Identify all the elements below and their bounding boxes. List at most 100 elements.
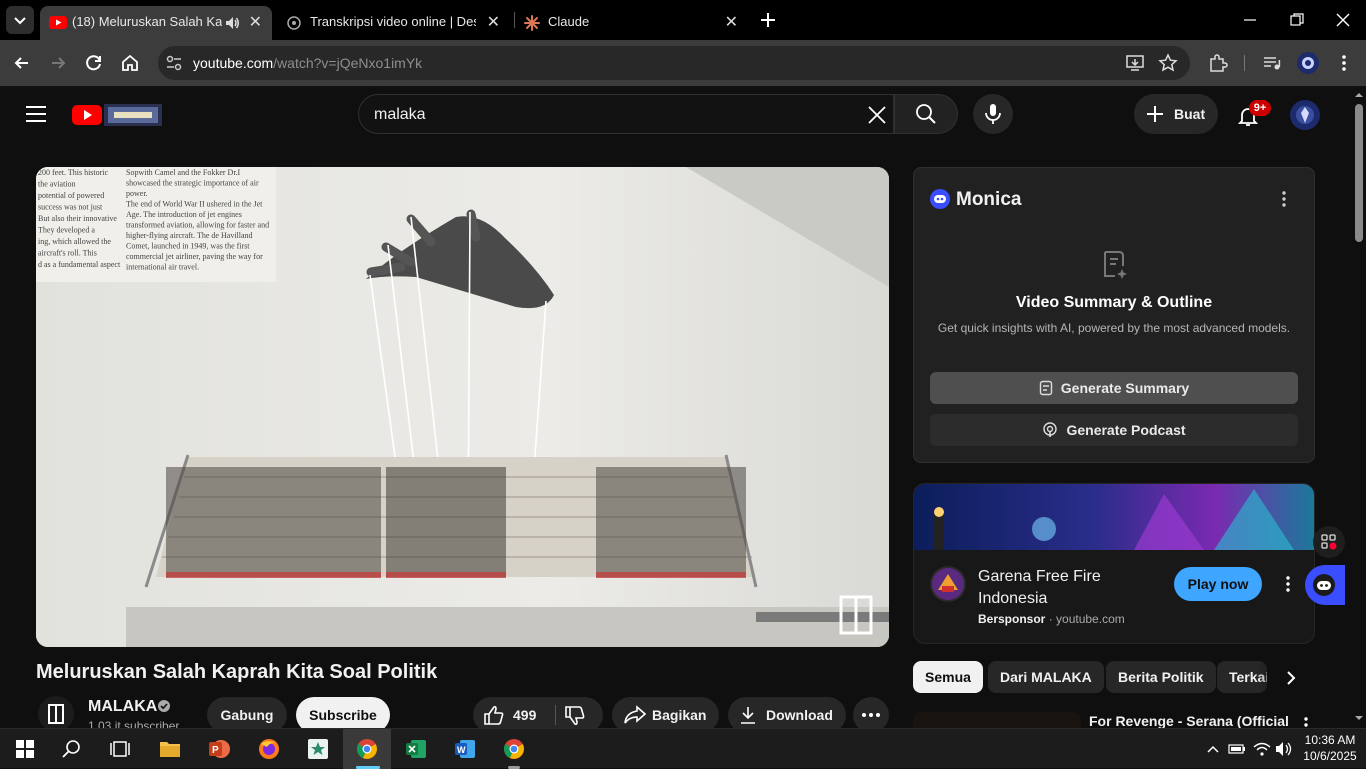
tab-search-button[interactable] <box>6 6 34 34</box>
monica-assistant-icon <box>1313 574 1335 596</box>
next-video-menu-icon[interactable] <box>1303 716 1309 728</box>
monica-description: Get quick insights with AI, powered by t… <box>937 321 1291 335</box>
generate-summary-button[interactable]: Generate Summary <box>930 372 1298 404</box>
search-input[interactable]: malaka <box>358 94 894 134</box>
site-info-icon[interactable] <box>165 54 183 72</box>
malaka-logo-icon <box>48 704 64 724</box>
chip-berita-politik[interactable]: Berita Politik <box>1106 661 1216 693</box>
profile-avatar[interactable] <box>1297 52 1319 74</box>
next-video-title[interactable]: For Revenge - Serana (Official <box>1089 713 1289 728</box>
youtube-logo[interactable] <box>72 103 162 127</box>
channel-avatar[interactable] <box>38 696 74 732</box>
browser-menu-button[interactable] <box>1334 53 1354 73</box>
thumbs-down-icon <box>565 706 585 726</box>
chip-next-button[interactable] <box>1281 668 1301 688</box>
home-icon <box>122 54 138 71</box>
word-icon[interactable]: W <box>453 737 477 761</box>
apps-grid-icon <box>1321 534 1337 550</box>
close-tab-icon[interactable]: ✕ <box>487 15 500 31</box>
play-now-button[interactable]: Play now <box>1174 567 1262 601</box>
more-horizontal-icon <box>862 713 880 717</box>
share-icon <box>624 705 646 724</box>
media-queue-icon <box>1264 57 1281 70</box>
ad-banner-image <box>914 484 1314 550</box>
scroll-up-icon[interactable] <box>1352 90 1366 100</box>
speaker-icon[interactable] <box>224 15 240 31</box>
monica-apps-button[interactable] <box>1313 526 1345 558</box>
ad-menu-icon[interactable] <box>1285 575 1291 593</box>
guide-menu-button[interactable] <box>24 104 48 124</box>
pinned-app-star-icon[interactable] <box>306 737 330 761</box>
taskbar-clock[interactable]: 10:36 AM 10/6/2025 <box>1300 732 1360 764</box>
voice-search-button[interactable] <box>973 94 1013 134</box>
excel-icon[interactable] <box>404 737 428 761</box>
scroll-down-icon[interactable] <box>1352 713 1366 723</box>
next-video-thumbnail[interactable] <box>913 712 1081 728</box>
chrome-icon[interactable] <box>355 737 379 761</box>
youtube-logo-icon <box>72 104 162 126</box>
channel-name[interactable]: MALAKA <box>88 698 157 716</box>
download-icon <box>741 707 755 724</box>
monica-logo-icon <box>930 189 950 209</box>
reload-button[interactable] <box>84 53 104 73</box>
media-control-button[interactable] <box>1262 53 1282 73</box>
home-button[interactable] <box>120 53 140 73</box>
toolbar-divider <box>1244 55 1245 71</box>
taskbar-search-icon[interactable] <box>60 737 84 761</box>
chip-dari-malaka[interactable]: Dari MALAKA <box>988 661 1104 693</box>
minimize-icon <box>1244 19 1256 21</box>
generate-podcast-label: Generate Podcast <box>1066 422 1186 438</box>
video-player[interactable]: 200 feet. This historic the aviation poten… <box>36 167 889 647</box>
extensions-button[interactable] <box>1208 53 1228 73</box>
tray-overflow-icon[interactable] <box>1206 744 1220 754</box>
sponsor-label: Bersponsor <box>978 612 1046 626</box>
ad-channel-avatar[interactable] <box>930 566 966 602</box>
newspaper-line: higher-flying aircraft. The de Havilland <box>126 231 253 240</box>
install-app-icon[interactable] <box>1125 53 1145 73</box>
monica-panel: Monica Video Summary & Outline Get quick… <box>913 167 1315 463</box>
share-label: Bagikan <box>652 707 707 723</box>
bookmark-star-icon[interactable] <box>1158 53 1178 73</box>
close-icon <box>1336 13 1350 27</box>
new-tab-button[interactable] <box>758 10 778 30</box>
sponsored-ad[interactable]: Garena Free Fire Indonesia Bersponsor · … <box>913 483 1315 644</box>
restore-button[interactable] <box>1287 11 1307 29</box>
battery-icon[interactable] <box>1228 743 1246 755</box>
browser-toolbar: youtube.com/watch?v=jQeNxo1imYk <box>0 40 1366 86</box>
plus-icon <box>761 13 775 27</box>
chrome-profile-icon[interactable] <box>502 737 526 761</box>
file-explorer-icon[interactable] <box>158 737 182 761</box>
search-button[interactable] <box>894 94 958 134</box>
back-button[interactable] <box>12 53 32 73</box>
newspaper-line: potential of powered <box>38 191 104 200</box>
task-view-icon[interactable] <box>108 737 132 761</box>
search-query: malaka <box>374 106 426 123</box>
wifi-icon[interactable] <box>1253 741 1271 757</box>
close-tab-icon[interactable]: ✕ <box>249 15 262 31</box>
create-button[interactable]: Buat <box>1134 94 1218 134</box>
close-window-button[interactable] <box>1333 10 1353 30</box>
tab-claude[interactable]: Claude ✕ <box>516 6 750 40</box>
volume-icon[interactable] <box>1275 741 1293 757</box>
forward-button[interactable] <box>48 53 68 73</box>
monica-float-button[interactable] <box>1305 565 1345 605</box>
generate-podcast-button[interactable]: Generate Podcast <box>930 414 1298 446</box>
newspaper-line: showcased the strategic importance of ai… <box>126 179 259 188</box>
firefox-icon[interactable] <box>257 737 281 761</box>
address-bar[interactable]: youtube.com/watch?v=jQeNxo1imYk <box>158 46 1190 80</box>
url-host: youtube.com <box>193 55 274 71</box>
tab-title: Claude <box>548 14 590 29</box>
tab-transkripsi[interactable]: Transkripsi video online | Desgram ✕ <box>276 6 510 40</box>
clear-search-icon[interactable] <box>866 104 888 126</box>
tab-youtube[interactable]: (18) Meluruskan Salah Kaprah Kita Soal P… <box>40 6 272 40</box>
windows-start-icon[interactable] <box>13 737 37 761</box>
powerpoint-icon[interactable]: P <box>207 737 231 761</box>
minimize-button[interactable] <box>1240 12 1260 28</box>
account-avatar[interactable] <box>1290 100 1320 130</box>
scrollbar-thumb[interactable] <box>1355 104 1363 242</box>
chip-semua[interactable]: Semua <box>913 661 983 693</box>
close-tab-icon[interactable]: ✕ <box>725 15 738 31</box>
generate-summary-label: Generate Summary <box>1060 380 1190 396</box>
page-scrollbar[interactable] <box>1352 86 1366 728</box>
monica-menu-icon[interactable] <box>1281 190 1287 208</box>
